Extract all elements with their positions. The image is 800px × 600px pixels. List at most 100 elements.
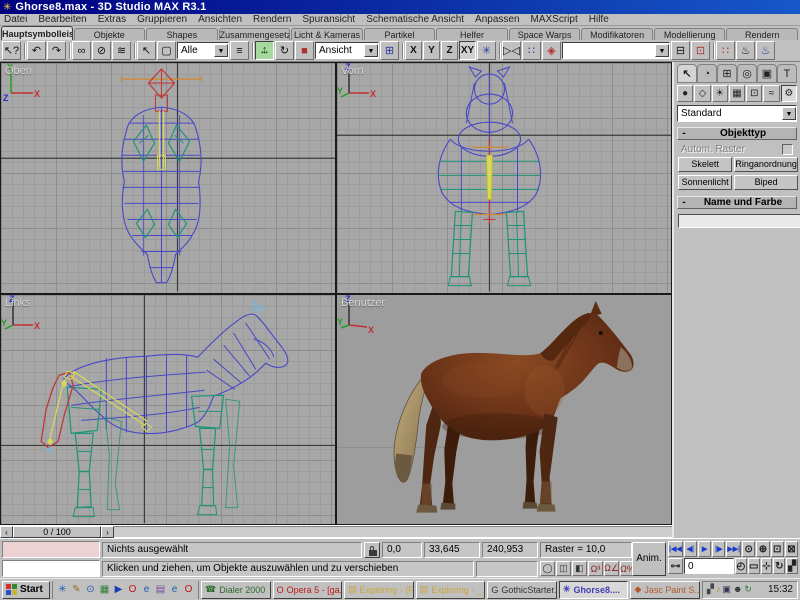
zoom-extents-all-icon[interactable]: ⊠ — [784, 541, 798, 557]
viewport-label[interactable]: Links — [5, 297, 31, 309]
tray-icons[interactable]: ▞ ♪ ▣ ☻ ↻ — [707, 584, 752, 595]
redo-icon[interactable]: ↷ — [47, 41, 66, 60]
menu-item[interactable]: Extras — [98, 14, 126, 25]
name-farbe-rollout-header[interactable]: - Name und Farbe — [677, 196, 797, 209]
zoom-icon[interactable]: ⊙ — [742, 541, 756, 557]
object-subtype-dropdown[interactable]: Standard ▼ — [677, 105, 797, 122]
systems-category-icon[interactable]: ⚙ — [780, 85, 797, 102]
autogrid-checkbox[interactable] — [782, 144, 793, 155]
tab-helfer[interactable]: Helfer — [436, 28, 508, 40]
angle-snap-icon[interactable]: Ω∠ — [604, 561, 619, 576]
ql-ie-icon[interactable]: e — [140, 584, 153, 595]
volume-snap-icon[interactable]: ◧ — [572, 561, 587, 576]
tab-zusammengesetzt[interactable]: Zusammengesetzt — [218, 28, 291, 40]
viewport-label[interactable]: Oben — [5, 65, 32, 77]
ql-image-icon[interactable]: ▤ — [154, 584, 167, 595]
render-scene-icon[interactable]: ♨ — [736, 41, 755, 60]
menu-item[interactable]: Spuransicht — [302, 14, 355, 25]
time-slider-handle[interactable]: 0 / 100 — [13, 526, 101, 538]
select-by-name-icon[interactable]: ≡ — [230, 41, 249, 60]
zoom-all-icon[interactable]: ⊕ — [756, 541, 770, 557]
region-select-icon[interactable]: ▢ — [157, 41, 176, 60]
tab-licht-kameras[interactable]: Licht & Kameras — [291, 28, 363, 40]
biped-button[interactable]: Biped — [734, 175, 798, 190]
tab-modellierung[interactable]: Modellierung — [653, 28, 726, 40]
arc-rotate-icon[interactable]: ↻ — [773, 558, 786, 574]
tab-partikel[interactable]: Partikel — [363, 28, 436, 40]
current-frame-field[interactable] — [684, 558, 734, 574]
ql-opera-icon[interactable]: O — [126, 584, 139, 595]
menu-item[interactable]: Gruppieren — [137, 14, 187, 25]
ql-messenger-icon[interactable]: ✳ — [56, 584, 69, 595]
axis-x-button[interactable]: X — [405, 41, 422, 60]
task-dialer[interactable]: ☎ Dialer 2000 — [201, 580, 271, 599]
schematic-view-icon[interactable]: ⊡ — [691, 41, 710, 60]
pan-icon[interactable]: ⊹ — [760, 558, 773, 574]
material-editor-icon[interactable]: ∷ — [716, 41, 735, 60]
tray-volume-icon[interactable]: ♪ — [716, 584, 721, 595]
tray-display-icon[interactable]: ▣ — [722, 584, 731, 595]
task-gothicstarter[interactable]: G GothicStarter... — [487, 580, 557, 599]
spacewarps-category-icon[interactable]: ≈ — [763, 85, 780, 102]
tab-modifikatoren[interactable]: Modifikatoren — [581, 28, 653, 40]
utilities-tab[interactable]: T — [777, 64, 797, 83]
create-tab[interactable]: ↖ — [677, 64, 697, 83]
key-mode-icon[interactable]: ⊶ — [668, 558, 683, 574]
task-ghorse8[interactable]: ✳ Ghorse8.... — [558, 580, 629, 599]
select-move-icon[interactable]: ↔ — [255, 41, 274, 60]
collapse-icon[interactable]: - — [678, 128, 690, 139]
ql-notes-icon[interactable]: ✎ — [70, 584, 83, 595]
menu-item[interactable]: MAXScript — [531, 14, 578, 25]
quick-render-icon[interactable]: ♨ — [756, 41, 775, 60]
time-slider-prev-button[interactable]: ‹ — [0, 526, 13, 538]
ik-toggle-icon[interactable]: ✳ — [477, 41, 496, 60]
task-opera[interactable]: O Opera 5 - [ga.. — [272, 580, 343, 599]
coordinate-y-display[interactable]: 33,645 — [424, 541, 480, 558]
collapse-icon[interactable]: - — [678, 197, 690, 208]
zoom-extents-icon[interactable]: ⊡ — [770, 541, 784, 557]
track-view-icon[interactable]: ⊟ — [671, 41, 690, 60]
mirror-icon[interactable]: ▷◁ — [502, 41, 521, 60]
selection-lock-toggle[interactable] — [364, 541, 380, 558]
menu-item[interactable]: Bearbeiten — [38, 14, 86, 25]
use-center-icon[interactable]: ⊞ — [380, 41, 399, 60]
display-tab[interactable]: ▣ — [757, 64, 777, 83]
axis-xy-button[interactable]: XY — [459, 41, 476, 60]
snap-3d-icon[interactable]: Ω³ — [588, 561, 603, 576]
undo-icon[interactable]: ↶ — [27, 41, 46, 60]
tab-space-warps[interactable]: Space Warps — [508, 28, 581, 40]
menu-item[interactable]: Ansichten — [198, 14, 242, 25]
tab-shapes[interactable]: Shapes — [146, 28, 218, 40]
go-start-button[interactable]: |◀◀ — [668, 541, 683, 557]
hierarchy-tab[interactable]: ⊞ — [717, 64, 737, 83]
dropdown-arrow-icon[interactable]: ▼ — [782, 107, 796, 120]
dropdown-arrow-icon[interactable]: ▼ — [364, 44, 378, 57]
menu-item[interactable]: Hilfe — [589, 14, 609, 25]
prev-frame-button[interactable]: ◀| — [683, 541, 697, 557]
selection-filter-dropdown[interactable]: Alle ▼ — [177, 42, 229, 59]
minmax-toggle-icon[interactable]: ▞ — [786, 558, 798, 574]
task-explorer-f[interactable]: ▤ Exploring - (F:] — [344, 580, 414, 599]
ql-search-icon[interactable]: ⊙ — [84, 584, 97, 595]
scale-icon[interactable]: ■ — [295, 41, 314, 60]
time-config-icon[interactable]: ◴ — [735, 558, 747, 574]
axis-z-button[interactable]: Z — [441, 41, 458, 60]
go-end-button[interactable]: ▶▶| — [726, 541, 742, 557]
region-zoom-icon[interactable]: ▭ — [747, 558, 760, 574]
unlink-icon[interactable]: ⊘ — [92, 41, 111, 60]
next-frame-button[interactable]: |▶ — [712, 541, 726, 557]
tray-scheduler-icon[interactable]: ↻ — [744, 584, 752, 595]
objekttyp-rollout-header[interactable]: - Objekttyp — [677, 127, 797, 140]
geometry-category-icon[interactable]: ● — [677, 85, 694, 102]
sonnenlicht-button[interactable]: Sonnenlicht — [678, 175, 733, 190]
selection-region-icon[interactable]: ◫ — [556, 561, 571, 576]
select-and-link-icon[interactable]: ∞ — [72, 41, 91, 60]
lights-category-icon[interactable]: ☀ — [711, 85, 728, 102]
ql-desktop-icon[interactable]: ▦ — [98, 584, 111, 595]
help-select-icon[interactable]: ↖? — [2, 41, 21, 60]
ql-ie2-icon[interactable]: e — [168, 584, 181, 595]
viewport-label[interactable]: Vorn — [341, 65, 364, 77]
cameras-category-icon[interactable]: ▦ — [728, 85, 746, 102]
render-type-icon[interactable]: ◯ — [540, 561, 555, 576]
shapes-category-icon[interactable]: ◇ — [694, 85, 711, 102]
